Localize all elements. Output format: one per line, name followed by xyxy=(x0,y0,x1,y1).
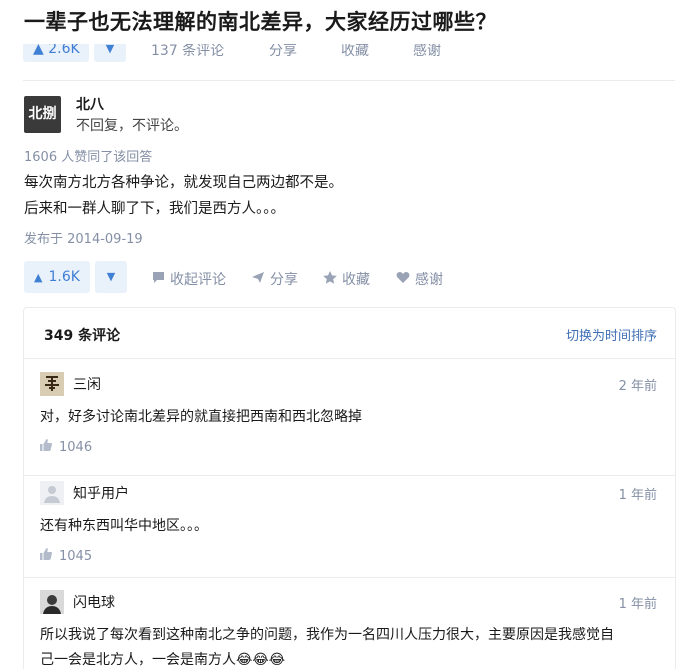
author-avatar[interactable]: 北捌 xyxy=(24,96,61,133)
collect-button[interactable]: 收藏 xyxy=(322,269,370,289)
downvote-button[interactable]: ▼ xyxy=(95,261,127,293)
sort-toggle-link[interactable]: 切换为时间排序 xyxy=(566,325,657,344)
vote-summary[interactable]: 1606 人赞同了该回答 xyxy=(24,146,152,165)
calligraphy-avatar-icon xyxy=(40,372,64,396)
question-header: 一辈子也无法理解的南北差异，大家经历过哪些？ xyxy=(0,0,678,44)
comment-bubble-icon xyxy=(150,271,166,288)
downvote-icon: ▼ xyxy=(106,270,116,283)
comments-count: 349 条评论 xyxy=(44,328,121,344)
photo-avatar-icon xyxy=(40,590,64,614)
collapse-comments-label: 收起评论 xyxy=(170,272,226,288)
comment-divider xyxy=(24,577,675,578)
upvote-count: 1.6K xyxy=(48,269,80,285)
answer-text-line: 后来和一群人聊了下，我们是西方人。。。 xyxy=(24,201,285,217)
upvote-button[interactable]: ▲ 1.6K xyxy=(24,261,90,293)
heart-icon xyxy=(395,271,411,288)
thumb-up-icon xyxy=(40,548,54,563)
page-title: 一辈子也无法理解的南北差异，大家经历过哪些？ xyxy=(24,10,497,34)
commenter-avatar[interactable] xyxy=(40,372,64,396)
thanks-button[interactable]: 感谢 xyxy=(395,269,443,289)
thumb-up-icon xyxy=(40,439,54,454)
collapse-comments-button[interactable]: 收起评论 xyxy=(150,269,226,289)
star-icon xyxy=(322,271,338,288)
comments-header-divider xyxy=(24,358,675,359)
comments-panel: 349 条评论 切换为时间排序 三闲 2 年前 对，好多讨论南北差异的就直接把西… xyxy=(23,307,676,669)
comment-like-button[interactable]: 1046 xyxy=(40,439,92,455)
upvote-icon: ▲ xyxy=(34,271,43,284)
share-label: 分享 xyxy=(270,272,298,288)
answer-divider xyxy=(23,80,675,81)
publish-date[interactable]: 发布于 2014-09-19 xyxy=(24,228,143,247)
author-name[interactable]: 北八 xyxy=(76,94,104,114)
commenter-name[interactable]: 三闲 xyxy=(73,374,101,394)
comment-text: 对，好多讨论南北差异的就直接把西南和西北忽略掉 xyxy=(40,409,362,425)
answer-actions: ▲ 1.6K ▼ 收起评论 分享 收藏 感谢 xyxy=(24,261,664,293)
comment-like-count: 1046 xyxy=(59,440,93,455)
commenter-name[interactable]: 知乎用户 xyxy=(73,483,129,503)
comment-text: 还有种东西叫华中地区。。。 xyxy=(40,518,208,534)
thanks-label: 感谢 xyxy=(415,272,443,288)
comment-like-count: 1045 xyxy=(59,549,93,564)
default-user-icon xyxy=(40,481,64,505)
collect-label: 收藏 xyxy=(342,272,370,288)
paper-plane-icon xyxy=(250,271,266,288)
comment-time: 1 年前 xyxy=(618,488,657,503)
comment-divider xyxy=(24,475,675,476)
comment-text-line: 己一会是北方人，一会是南方人😂😂😂 xyxy=(40,652,286,668)
comment-time: 1 年前 xyxy=(618,597,657,612)
author-bio: 不回复，不评论。 xyxy=(76,118,188,134)
comment-text-line: 所以我说了每次看到这种南北之争的问题，我作为一名四川人压力很大，主要原因是我感觉… xyxy=(40,627,614,643)
answer-text-line: 每次南方北方各种争论，就发现自己两边都不是。 xyxy=(24,175,343,191)
share-button[interactable]: 分享 xyxy=(250,269,298,289)
comment-time: 2 年前 xyxy=(618,379,657,394)
commenter-avatar[interactable] xyxy=(40,590,64,614)
commenter-name[interactable]: 闪电球 xyxy=(73,592,115,612)
comment-like-button[interactable]: 1045 xyxy=(40,548,92,564)
commenter-avatar[interactable] xyxy=(40,481,64,505)
